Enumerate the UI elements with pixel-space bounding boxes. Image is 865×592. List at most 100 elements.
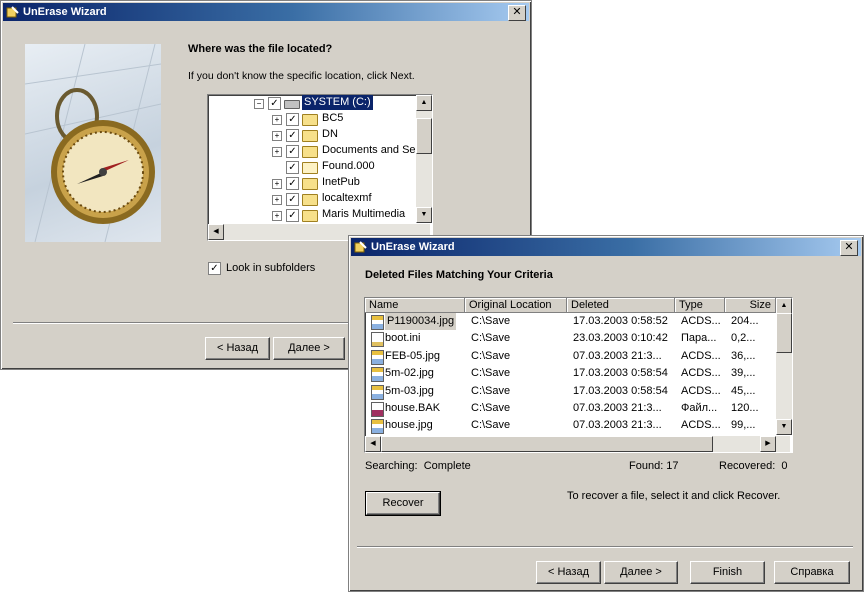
tree-node[interactable]: + ✓ BC5 xyxy=(208,111,414,127)
tree-checkbox[interactable]: ✓ xyxy=(268,97,281,110)
table-row[interactable]: boot.ini C:\Save 23.03.2003 0:10:42 Пара...… xyxy=(365,330,776,348)
folder-icon xyxy=(302,146,318,158)
cell-deleted: 17.03.2003 0:58:52 xyxy=(573,315,668,327)
page-heading: Deleted Files Matching Your Criteria xyxy=(365,269,553,281)
column-header-name[interactable]: Name xyxy=(365,298,465,313)
jpg-file-icon xyxy=(371,349,384,365)
close-button[interactable]: ✕ xyxy=(840,240,858,256)
tree-node-label: Documents and Se xyxy=(322,144,416,156)
cell-size: 0,2... xyxy=(731,332,756,345)
table-row[interactable]: 5m-02.jpg C:\Save 17.03.2003 0:58:54 ACDS..… xyxy=(365,365,776,383)
status-recovered: Recovered: 0 xyxy=(719,460,788,472)
unerase-app-icon xyxy=(354,241,367,253)
unerase-app-icon xyxy=(6,6,19,18)
cell-type: ACDS... xyxy=(681,315,721,327)
scroll-down-button[interactable]: ▼ xyxy=(776,419,792,435)
cell-size: 99,... xyxy=(731,419,756,432)
title-bar[interactable]: UnErase Wizard ✕ xyxy=(3,3,529,21)
cell-name: house.jpg xyxy=(385,419,433,432)
scroll-left-button[interactable]: ◀ xyxy=(365,436,381,452)
scroll-up-button[interactable]: ▲ xyxy=(776,298,792,314)
cell-location: C:\Save xyxy=(471,367,511,380)
list-vertical-scrollbar[interactable]: ▲ ▼ xyxy=(776,298,792,435)
cell-location: C:\Save xyxy=(471,332,511,345)
folder-icon xyxy=(302,178,318,190)
scroll-thumb[interactable] xyxy=(381,436,713,452)
scroll-left-button[interactable]: ◀ xyxy=(208,224,224,240)
tree-node[interactable]: ✓ Found.000 xyxy=(208,159,414,175)
table-row[interactable]: house.jpg C:\Save 07.03.2003 21:3... ACDS..… xyxy=(365,417,776,435)
cell-deleted: 23.03.2003 0:10:42 xyxy=(573,332,668,345)
wizard-window-results: UnErase Wizard ✕ Deleted Files Matching … xyxy=(348,235,864,592)
cell-size: 39,... xyxy=(731,367,756,380)
collapse-icon[interactable]: − xyxy=(254,99,264,109)
recover-hint: To recover a file, select it and click R… xyxy=(567,490,781,502)
expand-icon[interactable]: + xyxy=(272,147,282,157)
tree-checkbox[interactable]: ✓ xyxy=(286,113,299,126)
tree-node-label: localtexmf xyxy=(322,192,372,204)
table-row[interactable]: FEB-05.jpg C:\Save 07.03.2003 21:3... ACDS.… xyxy=(365,348,776,365)
compass-image xyxy=(25,44,161,242)
cell-type: ACDS... xyxy=(681,367,721,380)
help-button[interactable]: Справка xyxy=(774,561,850,584)
next-button[interactable]: Далее > xyxy=(604,561,678,584)
look-in-subfolders-checkbox[interactable]: ✓ Look in subfolders xyxy=(208,262,328,276)
scroll-right-button[interactable]: ▶ xyxy=(760,436,776,452)
tree-node[interactable]: + ✓ localtexmf xyxy=(208,191,414,207)
tree-node[interactable]: − ✓ SYSTEM (C:) xyxy=(208,95,414,111)
folder-icon xyxy=(302,194,318,206)
bak-file-icon xyxy=(371,402,384,417)
cell-location: C:\Save xyxy=(471,384,511,397)
expand-icon[interactable]: + xyxy=(272,211,282,221)
next-button[interactable]: Далее > xyxy=(273,337,345,360)
finish-button[interactable]: Finish xyxy=(690,561,765,584)
scroll-up-button[interactable]: ▲ xyxy=(416,95,432,111)
cell-location: C:\Save xyxy=(471,419,511,432)
column-header-location[interactable]: Original Location xyxy=(465,298,567,313)
tree-checkbox[interactable]: ✓ xyxy=(286,177,299,190)
window-title: UnErase Wizard xyxy=(371,241,455,253)
status-found: Found: 17 xyxy=(629,460,679,472)
deleted-files-list[interactable]: Name Original Location Deleted Type Size P11… xyxy=(364,297,793,453)
folder-icon xyxy=(302,210,318,222)
tree-node[interactable]: + ✓ InetPub xyxy=(208,175,414,191)
folder-tree[interactable]: − ✓ SYSTEM (C:) + ✓ BC5 + ✓ DN + ✓ Documents and Se… xyxy=(207,94,433,241)
scroll-thumb[interactable] xyxy=(416,118,432,154)
list-horizontal-scrollbar[interactable]: ◀ ▶ xyxy=(365,436,790,452)
cell-type: ACDS... xyxy=(681,419,721,432)
tree-checkbox[interactable]: ✓ xyxy=(286,129,299,142)
tree-node[interactable]: + ✓ Documents and Se xyxy=(208,143,416,159)
expand-icon[interactable]: + xyxy=(272,179,282,189)
page-heading: Where was the file located? xyxy=(188,43,333,55)
tree-node-label: InetPub xyxy=(322,176,360,188)
tree-checkbox[interactable]: ✓ xyxy=(286,209,299,222)
table-row[interactable]: 5m-03.jpg C:\Save 17.03.2003 0:58:54 ACDS..… xyxy=(365,383,776,400)
scroll-thumb[interactable] xyxy=(776,313,792,353)
tree-checkbox[interactable]: ✓ xyxy=(286,161,299,174)
recover-button[interactable]: Recover xyxy=(365,491,441,516)
tree-node[interactable]: + ✓ Maris Multimedia xyxy=(208,207,414,223)
column-header-size[interactable]: Size xyxy=(725,298,776,313)
title-bar[interactable]: UnErase Wizard ✕ xyxy=(351,238,861,256)
scroll-down-button[interactable]: ▼ xyxy=(416,207,432,223)
column-header-deleted[interactable]: Deleted xyxy=(567,298,675,313)
tree-node-label: SYSTEM (C:) xyxy=(302,95,373,110)
checkbox-box[interactable]: ✓ xyxy=(208,262,221,275)
expand-icon[interactable]: + xyxy=(272,131,282,141)
cell-size: 120... xyxy=(731,402,759,414)
back-button[interactable]: < Назад xyxy=(536,561,601,584)
close-button[interactable]: ✕ xyxy=(508,5,526,21)
tree-checkbox[interactable]: ✓ xyxy=(286,193,299,206)
window-title: UnErase Wizard xyxy=(23,6,107,18)
column-header-type[interactable]: Type xyxy=(675,298,725,313)
tree-node[interactable]: + ✓ DN xyxy=(208,127,414,143)
tree-checkbox[interactable]: ✓ xyxy=(286,145,299,158)
cell-deleted: 07.03.2003 21:3... xyxy=(573,402,662,414)
table-row[interactable]: P1190034.jpg C:\Save 17.03.2003 0:58:52 ACD… xyxy=(365,313,776,330)
expand-icon[interactable]: + xyxy=(272,115,282,125)
expand-icon[interactable]: + xyxy=(272,195,282,205)
table-row[interactable]: house.BAK C:\Save 07.03.2003 21:3... Файл..… xyxy=(365,400,776,417)
tree-vertical-scrollbar[interactable]: ▲ ▼ xyxy=(416,95,432,223)
back-button[interactable]: < Назад xyxy=(205,337,270,360)
jpg-file-icon xyxy=(371,367,384,383)
